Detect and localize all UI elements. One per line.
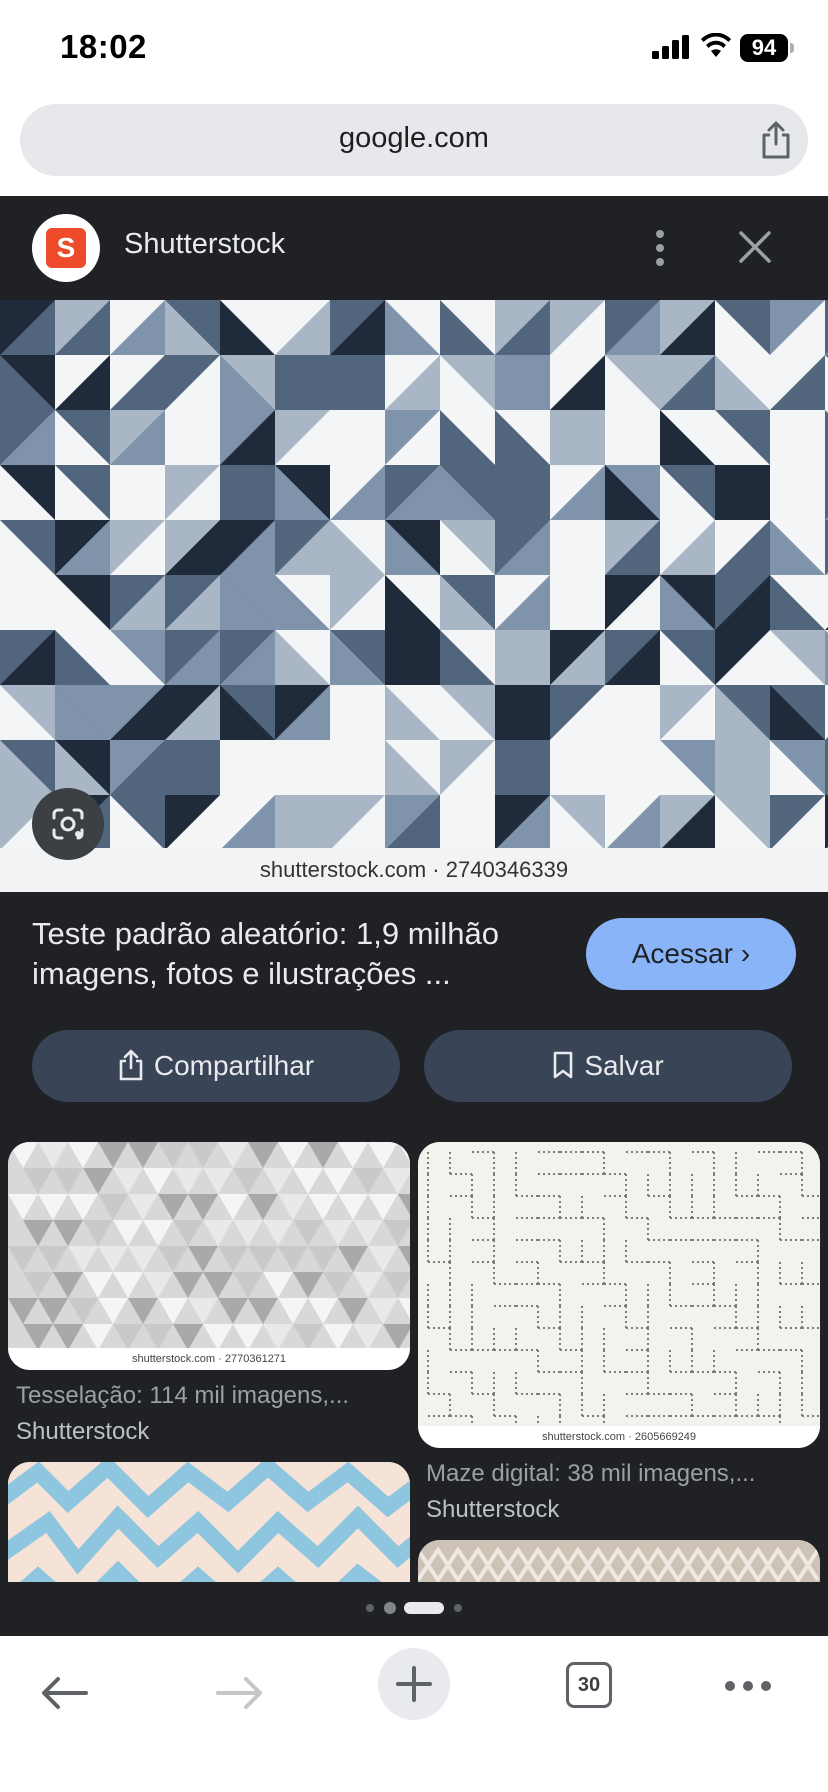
close-icon[interactable] [738,230,772,264]
page-dot [366,1604,374,1612]
result-title[interactable]: Teste padrão aleatório: 1,9 milhão image… [32,914,572,994]
related-image-caption: shutterstock.com · 2605669249 [418,1426,820,1448]
save-button[interactable]: Salvar [424,1030,792,1102]
tessellation-thumbnail [8,1142,410,1350]
page-indicator [0,1600,828,1620]
status-bar: 18:02 94 [0,0,828,96]
share-icon[interactable] [760,120,792,160]
geometric-pattern-image [0,300,828,848]
page-dot [454,1604,462,1612]
page-dot [384,1602,396,1614]
cellular-signal-icon [652,35,689,59]
tab-switcher-button[interactable]: 30 [566,1662,612,1708]
forward-arrow-icon[interactable] [214,1676,264,1710]
related-title-2[interactable]: Maze digital: 38 mil imagens,... [426,1460,755,1488]
share-button[interactable]: Compartilhar [32,1030,400,1102]
page-dot-active [404,1602,444,1614]
lens-search-button[interactable] [32,788,104,860]
lens-icon [52,808,84,840]
plus-icon [396,1666,432,1702]
chevron-right-icon: › [740,938,751,969]
url-text[interactable]: google.com [20,122,808,155]
address-bar[interactable]: google.com [20,104,808,176]
visit-label: Acessar [631,938,733,969]
share-icon [119,1049,143,1080]
more-options-icon[interactable] [648,226,672,270]
related-source-2[interactable]: Shutterstock [426,1496,559,1524]
shutterstock-logo-icon: S [46,228,86,268]
maze-thumbnail [418,1142,820,1438]
more-menu-icon[interactable] [724,1680,772,1692]
viewer-header: S Shutterstock [0,196,828,300]
related-image-2[interactable]: shutterstock.com · 2605669249 [418,1142,820,1448]
image-viewer: S Shutterstock shutterstock.com · 274034… [0,196,828,1636]
share-label: Compartilhar [153,1050,315,1081]
wifi-icon [701,33,731,57]
related-title-1[interactable]: Tesselação: 114 mil imagens,... [16,1382,349,1410]
related-image-1[interactable]: shutterstock.com · 2770361271 [8,1142,410,1370]
back-arrow-icon[interactable] [40,1676,90,1710]
source-logo[interactable]: S [32,214,100,282]
image-caption: shutterstock.com · 2740346339 [0,848,828,892]
visit-button[interactable]: Acessar › [586,918,796,990]
battery-level: 94 [740,34,788,62]
new-tab-button[interactable] [378,1648,450,1720]
main-image[interactable] [0,300,828,848]
source-name[interactable]: Shutterstock [124,228,285,261]
bookmark-icon [554,1051,573,1078]
battery-nub [790,43,794,53]
save-label: Salvar [584,1050,664,1081]
related-source-1[interactable]: Shutterstock [16,1418,149,1446]
status-time: 18:02 [60,28,147,65]
bottom-toolbar: 30 [0,1636,828,1792]
related-image-caption: shutterstock.com · 2770361271 [8,1348,410,1370]
